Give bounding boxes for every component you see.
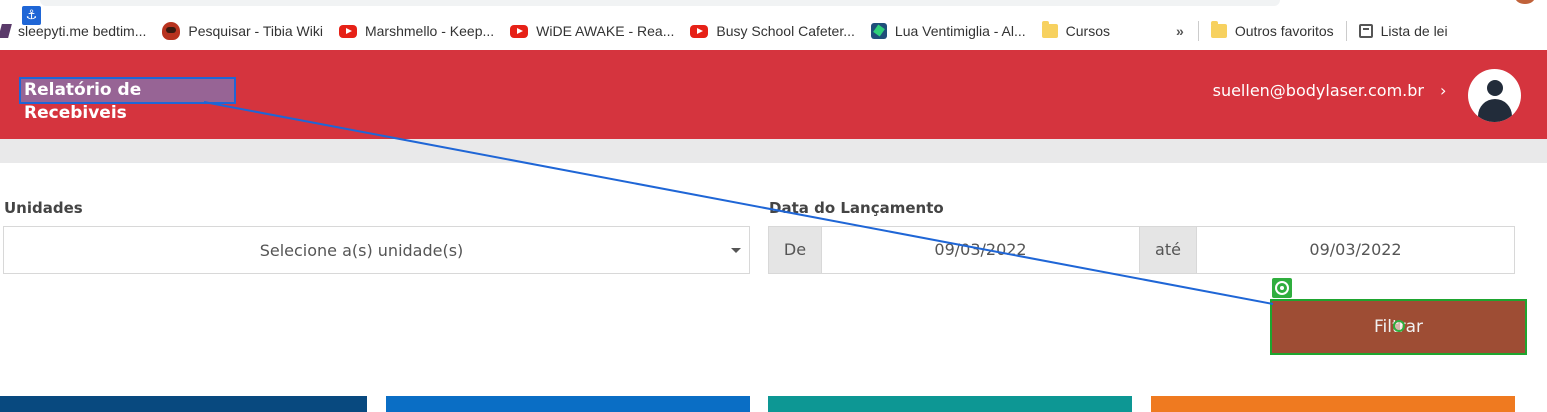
date-to-input[interactable]: 09/03/2022 (1196, 226, 1515, 274)
page-band (0, 139, 1547, 163)
profile-avatar-edge[interactable] (1515, 0, 1535, 4)
bookmark-label: Busy School Cafeter... (716, 23, 855, 39)
unidades-select[interactable]: Selecione a(s) unidade(s) (3, 226, 750, 274)
bookmark-label: Marshmello - Keep... (364, 23, 495, 39)
bookmark-label: Cursos (1065, 23, 1111, 39)
tibia-wiki-icon (162, 22, 181, 40)
bookmark-separator (1345, 21, 1347, 41)
youtube-icon (338, 24, 357, 38)
avatar-body (1478, 99, 1512, 122)
user-email[interactable]: suellen@bodylaser.com.br (1213, 81, 1424, 100)
lua-icon (870, 23, 887, 39)
youtube-icon (510, 24, 529, 38)
summary-card-2 (386, 396, 750, 412)
app-header: Relatório de Recebiveis suellen@bodylase… (0, 50, 1547, 139)
more-bookmarks-chevron[interactable]: » (1166, 23, 1194, 39)
date-from-addon: De (768, 226, 822, 274)
user-menu-chevron-icon[interactable]: › (1440, 81, 1446, 100)
folder-icon (1041, 21, 1058, 38)
bookmark-label: WiDE AWAKE - Rea... (536, 23, 675, 39)
reading-list-icon (1358, 24, 1373, 38)
bookmark-label: sleepyti.me bedtim... (18, 23, 147, 39)
summary-card-3 (768, 396, 1132, 412)
summary-card-4 (1151, 396, 1515, 412)
address-bar-edge (40, 0, 1280, 6)
bookmark-folder-cursos[interactable]: Cursos (1034, 17, 1118, 45)
youtube-icon (690, 24, 709, 38)
summary-card-1 (0, 396, 367, 412)
bookmark-label: Lua Ventimiglia - Al... (894, 23, 1026, 39)
avatar-head (1487, 80, 1503, 96)
date-to-addon: até (1139, 226, 1197, 274)
bookmark-folder-other-favorites[interactable]: Outros favoritos (1203, 17, 1342, 45)
unidades-label: Unidades (4, 199, 83, 217)
bookmark-label: Outros favoritos (1234, 23, 1334, 39)
bookmark-separator (1197, 21, 1199, 41)
unidades-placeholder: Selecione a(s) unidade(s) (259, 241, 464, 260)
bookmark-marshmello[interactable]: Marshmello - Keep... (331, 17, 502, 45)
reading-list-button[interactable]: Lista de lei (1351, 17, 1456, 45)
bookmark-busy-school[interactable]: Busy School Cafeter... (682, 17, 863, 45)
date-label: Data do Lançamento (769, 199, 944, 217)
sleepytime-icon (0, 24, 12, 38)
caret-down-icon (731, 248, 741, 253)
folder-icon (1210, 21, 1227, 38)
bookmarks-bar: sleepyti.me bedtim... Pesquisar - Tibia … (0, 12, 1547, 50)
browser-top-edge (0, 0, 1547, 12)
bookmark-lua-ventimiglia[interactable]: Lua Ventimiglia - Al... (863, 17, 1034, 45)
bookmark-wide-awake[interactable]: WiDE AWAKE - Rea... (502, 17, 682, 45)
anchor-icon: ⚓ (22, 6, 41, 25)
bookmark-label: Pesquisar - Tibia Wiki (188, 23, 323, 39)
date-from-input[interactable]: 09/03/2022 (821, 226, 1140, 274)
bookmark-tibia-wiki[interactable]: Pesquisar - Tibia Wiki (154, 17, 331, 45)
page-title: Relatório de Recebiveis (19, 77, 236, 123)
user-avatar[interactable] (1468, 69, 1521, 122)
reading-list-label: Lista de lei (1380, 23, 1448, 39)
target-icon (1272, 278, 1292, 298)
click-target-icon (1393, 320, 1405, 332)
